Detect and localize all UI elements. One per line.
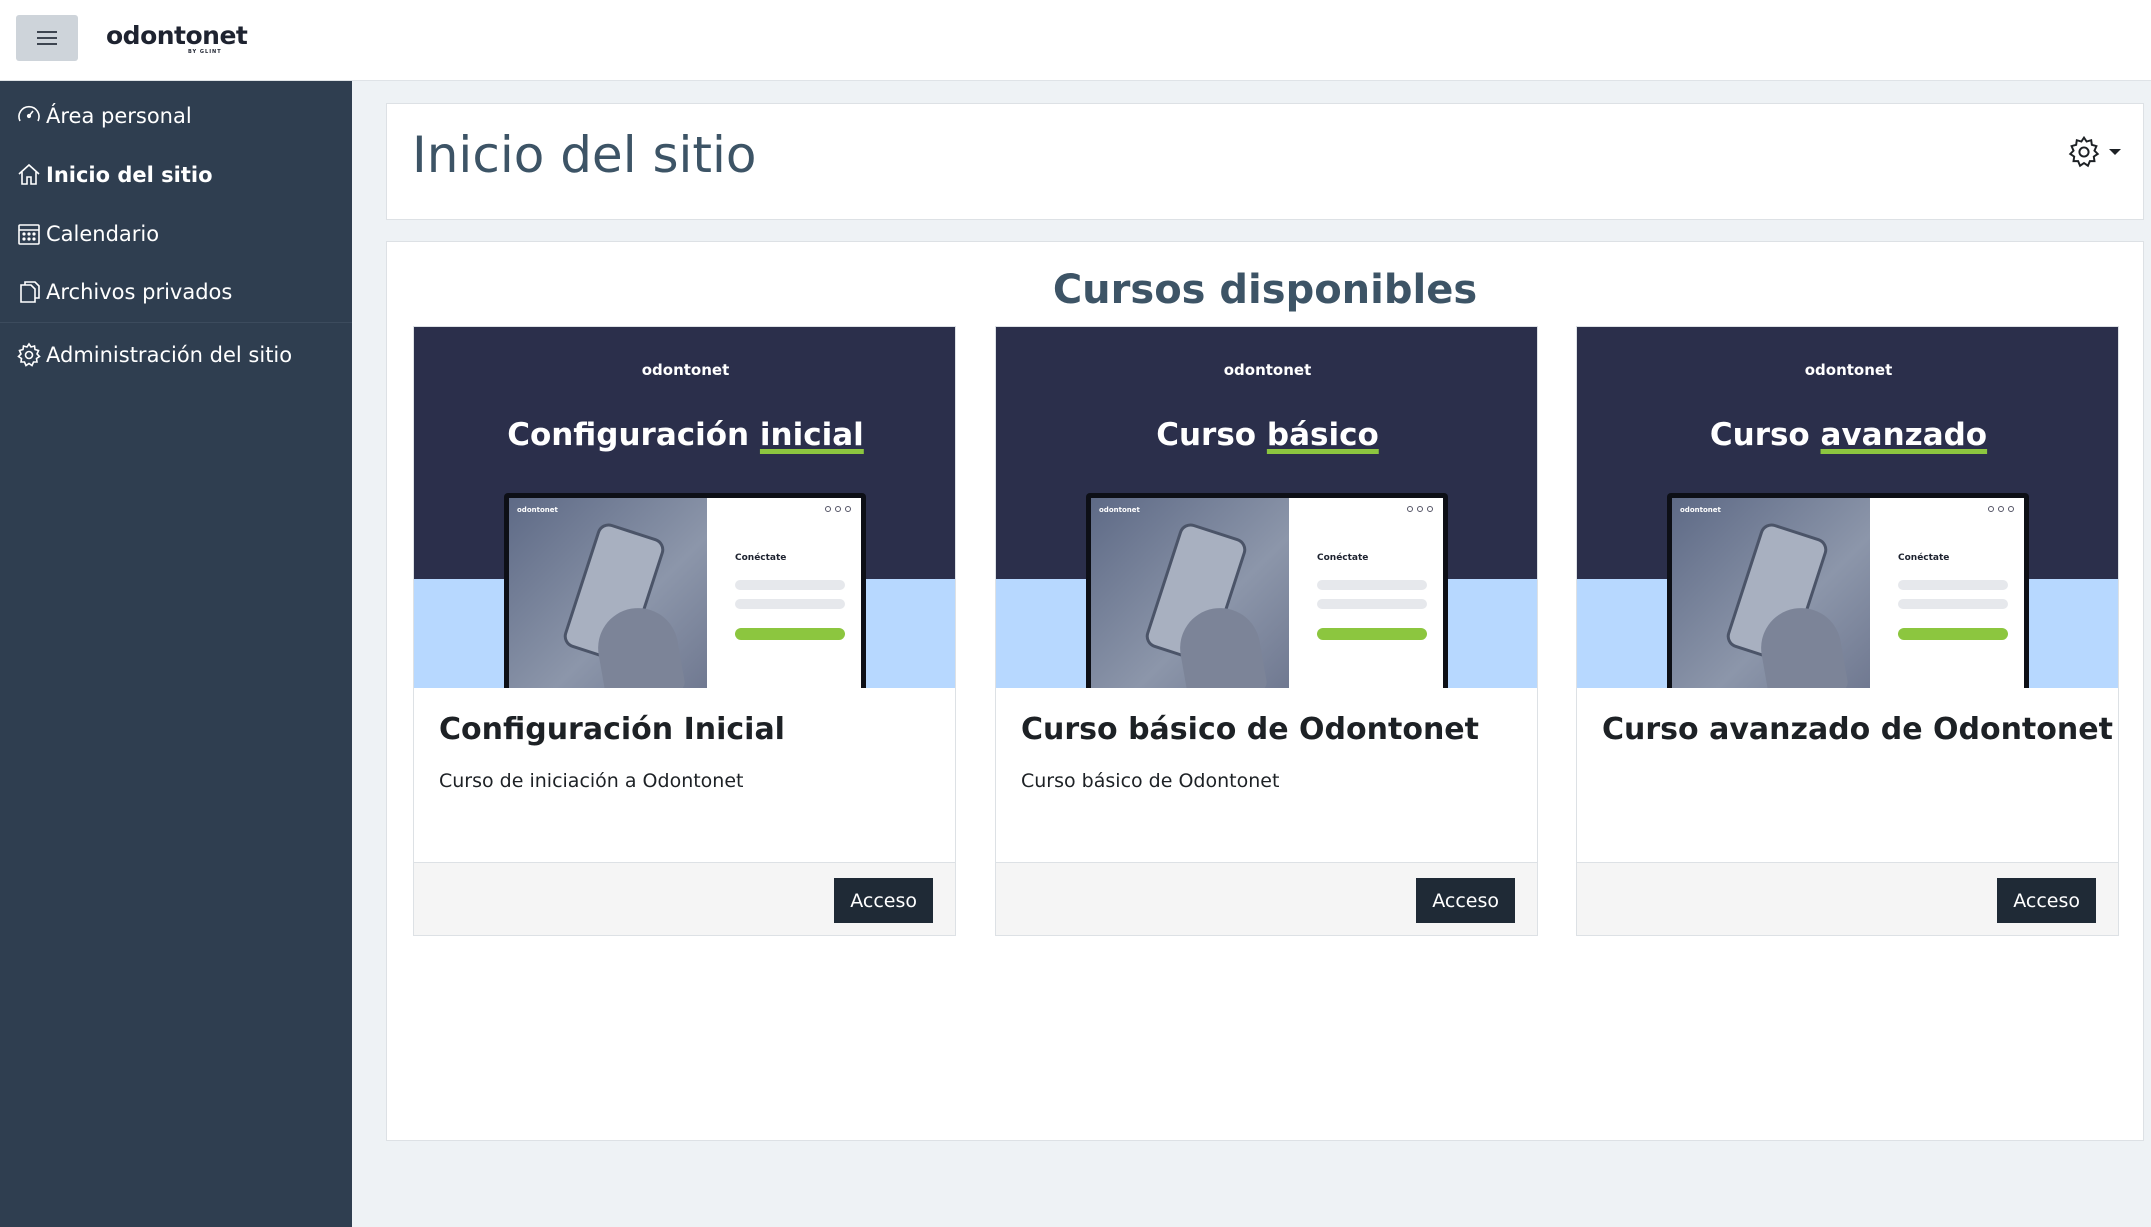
menu-toggle-button[interactable] bbox=[16, 15, 78, 61]
screen-brand: odontonet bbox=[1680, 506, 1721, 514]
course-image-title: Curso básico bbox=[996, 417, 1537, 453]
course-image[interactable]: odontonet Curso básico odontonet Conécta… bbox=[996, 327, 1537, 688]
home-icon bbox=[18, 163, 40, 185]
access-button[interactable]: Acceso bbox=[834, 878, 933, 923]
gear-icon bbox=[17, 342, 41, 367]
laptop-illustration: odontonet Conéctate bbox=[1667, 493, 2029, 688]
sidebar-item-area-personal[interactable]: Área personal bbox=[16, 98, 192, 134]
course-summary: Curso de iniciación a Odontonet bbox=[439, 770, 744, 792]
course-image-title-highlight: avanzado bbox=[1820, 417, 1988, 453]
sidebar-item-archivos-privados[interactable]: Archivos privados bbox=[16, 274, 232, 310]
dashboard-icon bbox=[18, 105, 40, 122]
course-card: odontonet Configuración inicial odontone… bbox=[413, 326, 956, 936]
sidebar-item-inicio-del-sitio[interactable]: Inicio del sitio bbox=[16, 157, 213, 193]
course-image-title-highlight: básico bbox=[1266, 417, 1379, 453]
gear-icon bbox=[2068, 135, 2100, 168]
sidebar-item-label: Inicio del sitio bbox=[46, 163, 213, 187]
laptop-illustration: odontonet Conéctate bbox=[504, 493, 866, 688]
screen-login-title: Conéctate bbox=[1317, 553, 1369, 563]
logo-text: odontonet bbox=[106, 21, 248, 50]
course-footer: Acceso bbox=[1577, 862, 2118, 935]
available-courses-section: Cursos disponibles odontonet Configuraci… bbox=[386, 241, 2144, 1141]
files-icon bbox=[20, 281, 40, 303]
course-image-title: Configuración inicial bbox=[414, 417, 955, 453]
course-name[interactable]: Curso básico de Odontonet bbox=[1021, 712, 1479, 747]
sidebar-item-calendario[interactable]: Calendario bbox=[16, 216, 159, 252]
page-settings-menu[interactable] bbox=[2067, 135, 2121, 169]
sidebar-item-label: Calendario bbox=[46, 222, 160, 246]
course-image-title-highlight: inicial bbox=[759, 417, 864, 453]
sidebar-item-label: Área personal bbox=[46, 104, 192, 128]
course-name[interactable]: Curso avanzado de Odontonet bbox=[1602, 712, 2113, 747]
screen-login-title: Conéctate bbox=[735, 553, 787, 563]
course-image[interactable]: odontonet Configuración inicial odontone… bbox=[414, 327, 955, 688]
course-footer: Acceso bbox=[996, 862, 1537, 935]
screen-brand: odontonet bbox=[1099, 506, 1140, 514]
sidebar-divider bbox=[0, 322, 352, 323]
section-title: Cursos disponibles bbox=[1052, 267, 1478, 313]
course-image-brand: odontonet bbox=[641, 361, 730, 379]
sidebar: Área personal Inicio del sitio Calendari… bbox=[0, 81, 352, 1227]
course-summary: Curso básico de Odontonet bbox=[1021, 770, 1280, 792]
course-image-title-plain: Curso bbox=[1156, 417, 1257, 453]
course-image-brand: odontonet bbox=[1804, 361, 1893, 379]
access-button[interactable]: Acceso bbox=[1416, 878, 1515, 923]
logo-subtext: BY GLINT bbox=[188, 49, 222, 55]
course-name[interactable]: Configuración Inicial bbox=[439, 712, 785, 747]
course-footer: Acceso bbox=[414, 862, 955, 935]
course-card: odontonet Curso avanzado odontonet Conéc… bbox=[1576, 326, 2119, 936]
sidebar-item-administracion[interactable]: Administración del sitio bbox=[16, 337, 292, 373]
caret-down-icon bbox=[2109, 149, 2121, 155]
course-image-title-plain: Curso bbox=[1709, 417, 1810, 453]
sidebar-item-label: Archivos privados bbox=[46, 280, 233, 304]
screen-login-title: Conéctate bbox=[1898, 553, 1950, 563]
page-title: Inicio del sitio bbox=[412, 126, 757, 184]
sidebar-item-label: Administración del sitio bbox=[46, 343, 293, 367]
hamburger-icon bbox=[37, 31, 57, 45]
screen-brand: odontonet bbox=[517, 506, 558, 514]
site-logo[interactable]: odontonet BY GLINT bbox=[106, 21, 248, 58]
course-image[interactable]: odontonet Curso avanzado odontonet Conéc… bbox=[1577, 327, 2118, 688]
calendar-icon bbox=[18, 224, 40, 245]
laptop-illustration: odontonet Conéctate bbox=[1086, 493, 1448, 688]
course-image-title-plain: Configuración bbox=[507, 417, 750, 453]
course-image-brand: odontonet bbox=[1223, 361, 1312, 379]
course-card: odontonet Curso básico odontonet Conécta… bbox=[995, 326, 1538, 936]
course-image-title: Curso avanzado bbox=[1577, 417, 2118, 453]
access-button[interactable]: Acceso bbox=[1997, 878, 2096, 923]
page-header: Inicio del sitio bbox=[386, 103, 2144, 220]
top-navbar: odontonet BY GLINT bbox=[0, 0, 2151, 81]
